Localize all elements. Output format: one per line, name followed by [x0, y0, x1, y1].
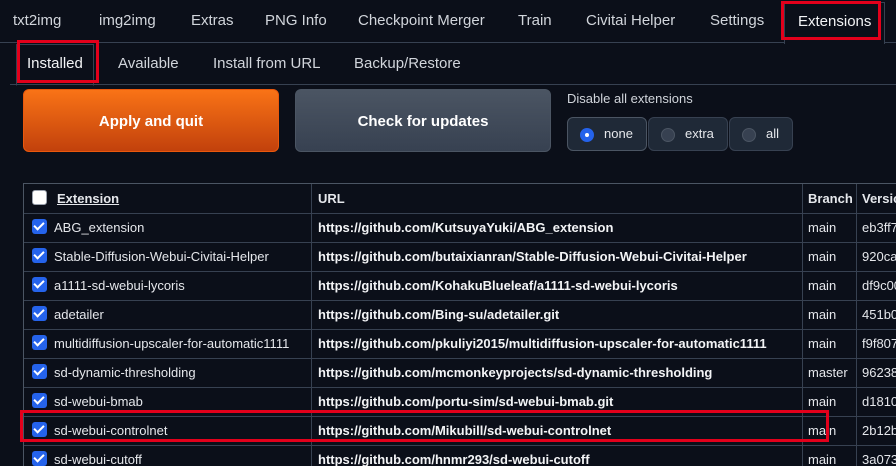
extension-name: adetailer [54, 307, 104, 322]
radio-extra[interactable]: extra [648, 117, 728, 151]
extension-url: https://github.com/mcmonkeyprojects/sd-d… [312, 358, 803, 387]
enable-checkbox[interactable] [32, 335, 47, 350]
extension-version: 2b12b276 [862, 423, 896, 438]
table-row: ABG_extension https://github.com/Kutsuya… [24, 213, 896, 243]
enable-checkbox[interactable] [32, 306, 47, 321]
subtab-backup-restore[interactable]: Backup/Restore [344, 44, 471, 84]
extension-version: 3a073e9c [862, 452, 896, 466]
radio-all[interactable]: all [729, 117, 793, 151]
table-row: Stable-Diffusion-Webui-Civitai-Helper ht… [24, 242, 896, 272]
extension-url: https://github.com/hnmr293/sd-webui-cuto… [312, 445, 803, 466]
table-row: adetailer https://github.com/Bing-su/ade… [24, 300, 896, 330]
extension-version: 451b0985 [862, 307, 896, 322]
radio-all-label: all [766, 126, 780, 141]
radio-dot-icon [742, 128, 756, 142]
select-all-checkbox[interactable] [32, 190, 47, 205]
table-header: Extension URL Branch Version [24, 184, 896, 214]
subtab-install-from-url[interactable]: Install from URL [203, 44, 331, 84]
extension-url: https://github.com/Bing-su/adetailer.git [312, 300, 803, 329]
enable-checkbox[interactable] [32, 277, 47, 292]
header-version: Version [862, 191, 896, 206]
extension-branch: main [803, 213, 857, 242]
check-for-updates-button[interactable]: Check for updates [295, 89, 551, 152]
enable-checkbox[interactable] [32, 219, 47, 234]
extension-name: sd-webui-controlnet [54, 423, 168, 438]
header-url: URL [312, 184, 803, 213]
tab-train[interactable]: Train [505, 0, 565, 42]
extension-version: eb3ff761 [862, 220, 896, 235]
radio-dot-icon [580, 128, 594, 142]
table-row: sd-webui-cutoff https://github.com/hnmr2… [24, 445, 896, 466]
extension-name: Stable-Diffusion-Webui-Civitai-Helper [54, 249, 269, 264]
extension-url: https://github.com/portu-sim/sd-webui-bm… [312, 387, 803, 416]
table-row: a1111-sd-webui-lycoris https://github.co… [24, 271, 896, 301]
extensions-subtab-bar: Installed Available Install from URL Bac… [10, 44, 896, 86]
extension-branch: main [803, 242, 857, 271]
extension-version: f9f8073e [862, 336, 896, 351]
extension-name: ABG_extension [54, 220, 145, 235]
extension-version: 96238f44 [862, 365, 896, 380]
table-row: multidiffusion-upscaler-for-automatic111… [24, 329, 896, 359]
extension-branch: main [803, 271, 857, 300]
extension-branch: main [803, 387, 857, 416]
header-extension-label: Extension [57, 191, 120, 206]
tab-extras[interactable]: Extras [178, 0, 247, 42]
extension-name: a1111-sd-webui-lycoris [54, 278, 185, 293]
header-extension[interactable]: Extension [24, 184, 312, 213]
enable-checkbox[interactable] [32, 364, 47, 379]
radio-dot-icon [661, 128, 675, 142]
subtab-installed[interactable]: Installed [16, 44, 94, 86]
apply-and-quit-button[interactable]: Apply and quit [23, 89, 279, 152]
enable-checkbox[interactable] [32, 248, 47, 263]
extension-name: multidiffusion-upscaler-for-automatic111… [54, 336, 290, 351]
extension-version: 920ca326 [862, 249, 896, 264]
extension-name: sd-webui-cutoff [54, 452, 142, 466]
tab-extensions[interactable]: Extensions [784, 2, 886, 44]
radio-none-label: none [604, 126, 633, 141]
extension-branch: master [803, 358, 857, 387]
extension-url: https://github.com/KutsuyaYuki/ABG_exten… [312, 213, 803, 242]
header-branch: Branch [803, 184, 857, 213]
disable-all-label: Disable all extensions [567, 91, 693, 106]
tab-checkpoint-merger[interactable]: Checkpoint Merger [345, 0, 498, 42]
enable-checkbox[interactable] [32, 451, 47, 466]
tab-img2img[interactable]: img2img [86, 0, 169, 42]
extension-branch: main [803, 329, 857, 358]
main-tab-bar: txt2img img2img Extras PNG Info Checkpoi… [0, 0, 896, 44]
table-row: sd-webui-controlnet https://github.com/M… [24, 416, 896, 446]
tab-civitai-helper[interactable]: Civitai Helper [573, 0, 688, 42]
radio-extra-label: extra [685, 126, 714, 141]
enable-checkbox[interactable] [32, 422, 47, 437]
radio-none[interactable]: none [567, 117, 647, 151]
extension-branch: main [803, 300, 857, 329]
extension-branch: main [803, 416, 857, 445]
extension-url: https://github.com/KohakuBlueleaf/a1111-… [312, 271, 803, 300]
extensions-table: Extension URL Branch Version ABG_extensi… [23, 183, 896, 466]
extension-name: sd-dynamic-thresholding [54, 365, 196, 380]
tab-txt2img[interactable]: txt2img [0, 0, 74, 42]
extension-url: https://github.com/butaixianran/Stable-D… [312, 242, 803, 271]
extension-version: d181041c [862, 394, 896, 409]
tab-settings[interactable]: Settings [697, 0, 777, 42]
extension-version: df9c0093 [862, 278, 896, 293]
extension-name: sd-webui-bmab [54, 394, 143, 409]
extension-url: https://github.com/pkuliyi2015/multidiff… [312, 329, 803, 358]
table-row: sd-webui-bmab https://github.com/portu-s… [24, 387, 896, 417]
subtab-available[interactable]: Available [108, 44, 189, 84]
extension-url: https://github.com/Mikubill/sd-webui-con… [312, 416, 803, 445]
table-row: sd-dynamic-thresholding https://github.c… [24, 358, 896, 388]
tab-png-info[interactable]: PNG Info [252, 0, 340, 42]
enable-checkbox[interactable] [32, 393, 47, 408]
extension-branch: main [803, 445, 857, 466]
